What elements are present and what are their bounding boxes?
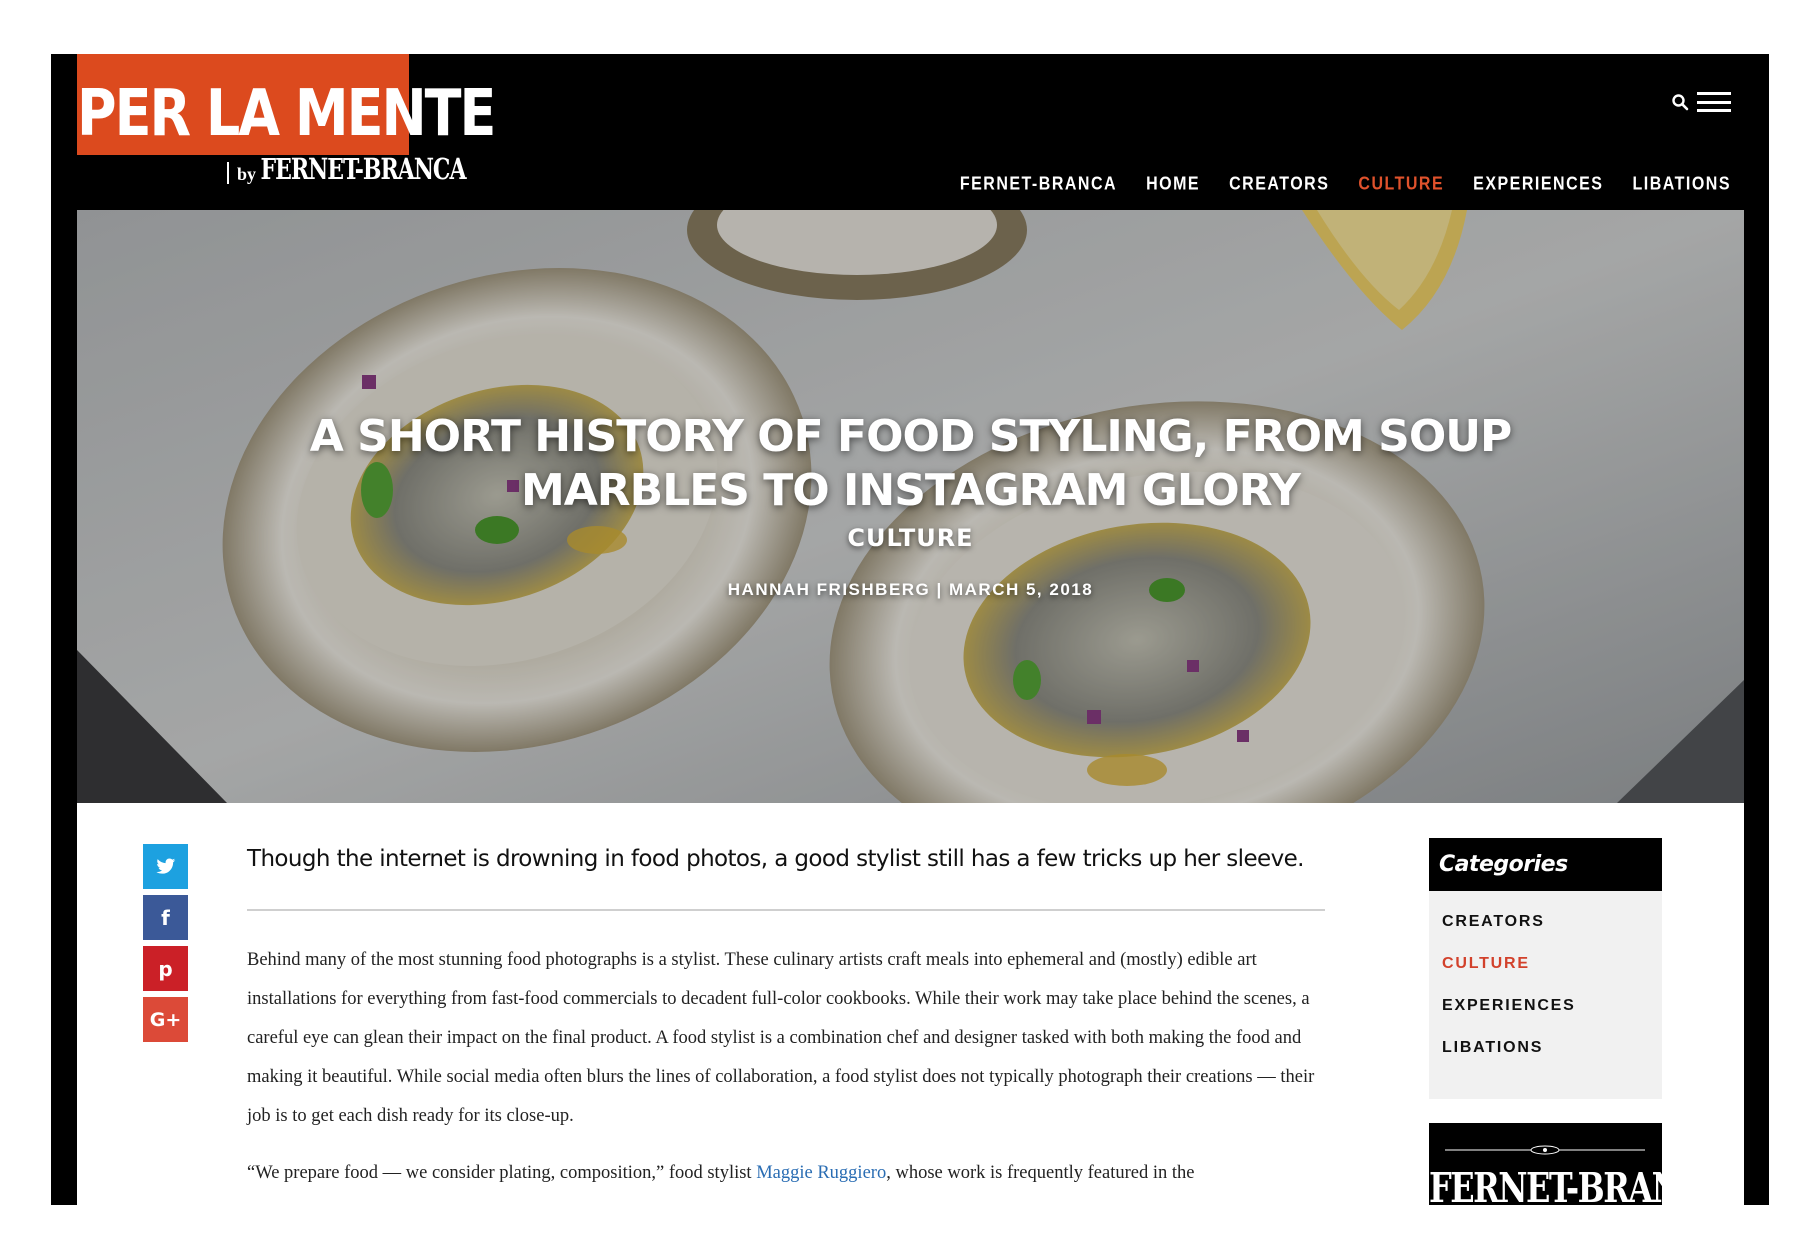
categories-title: Categories: [1429, 838, 1662, 891]
deck-divider: [247, 909, 1325, 911]
category-item-culture[interactable]: CULTURE: [1442, 955, 1662, 997]
paragraph-2-text-b: , whose work is frequently featured in t…: [886, 1163, 1195, 1183]
article-paragraph-2: “We prepare food — we consider plating, …: [247, 1154, 1325, 1193]
nav-item-fernet-branca[interactable]: FERNET-BRANCA: [960, 175, 1117, 196]
article-body: Though the internet is drowning in food …: [247, 843, 1325, 1205]
google-plus-icon: G+: [149, 1008, 182, 1031]
article-content-area: f p G+ Though the internet is drowning i…: [77, 803, 1744, 1205]
categories-widget: Categories CREATORS CULTURE EXPERIENCES …: [1429, 838, 1662, 1099]
category-item-creators[interactable]: CREATORS: [1442, 913, 1662, 955]
social-share-bar: f p G+: [143, 844, 188, 1042]
sidebar: Categories CREATORS CULTURE EXPERIENCES …: [1429, 838, 1662, 1205]
google-plus-share-button[interactable]: G+: [143, 997, 188, 1042]
header-icons: [1671, 92, 1731, 112]
browser-page: PER LA MENTE by FERNET-BRANCA FERNET-BRA…: [51, 54, 1769, 1205]
fernet-branca-ad[interactable]: FERNET-BRANCA: [1429, 1123, 1662, 1205]
pinterest-share-button[interactable]: p: [143, 946, 188, 991]
facebook-share-button[interactable]: f: [143, 895, 188, 940]
nav-item-home[interactable]: HOME: [1146, 175, 1200, 196]
logo-text: PER LA MENTE: [77, 76, 496, 151]
site-logo[interactable]: PER LA MENTE: [77, 54, 496, 155]
article-title: A SHORT HISTORY OF FOOD STYLING, FROM SO…: [309, 411, 1512, 516]
twitter-icon: [155, 858, 175, 874]
logo-by-text: by: [237, 164, 257, 184]
article-category-link[interactable]: CULTURE: [77, 524, 1744, 552]
category-item-libations[interactable]: LIBATIONS: [1442, 1039, 1662, 1081]
category-list: CREATORS CULTURE EXPERIENCES LIBATIONS: [1429, 891, 1662, 1081]
hamburger-menu-icon[interactable]: [1697, 92, 1731, 112]
pinterest-icon: p: [158, 956, 173, 981]
nav-item-experiences[interactable]: EXPERIENCES: [1473, 175, 1603, 196]
category-item-experiences[interactable]: EXPERIENCES: [1442, 997, 1662, 1039]
article-deck: Though the internet is drowning in food …: [247, 846, 1304, 872]
paragraph-2-text-a: “We prepare food — we consider plating, …: [247, 1163, 757, 1183]
brand-name: FERNET-BRANCA: [1429, 1163, 1662, 1205]
nav-item-culture[interactable]: CULTURE: [1358, 175, 1444, 196]
logo-brand-text: FERNET-BRANCA: [260, 152, 466, 187]
hero-banner: A SHORT HISTORY OF FOOD STYLING, FROM SO…: [77, 210, 1744, 803]
article-byline: HANNAH FRISHBERG | MARCH 5, 2018: [727, 580, 1094, 599]
nav-item-creators[interactable]: CREATORS: [1229, 175, 1329, 196]
main-nav: FERNET-BRANCA HOME CREATORS CULTURE EXPE…: [960, 175, 1731, 196]
nav-item-libations[interactable]: LIBATIONS: [1632, 175, 1731, 196]
ornament-divider-icon: [1445, 1145, 1645, 1155]
search-icon[interactable]: [1671, 93, 1689, 111]
article-paragraph-1: Behind many of the most stunning food ph…: [247, 950, 1315, 1126]
facebook-icon: f: [161, 905, 170, 930]
maggie-ruggiero-link[interactable]: Maggie Ruggiero: [756, 1163, 886, 1183]
logo-byline[interactable]: by FERNET-BRANCA: [227, 155, 467, 184]
twitter-share-button[interactable]: [143, 844, 188, 889]
